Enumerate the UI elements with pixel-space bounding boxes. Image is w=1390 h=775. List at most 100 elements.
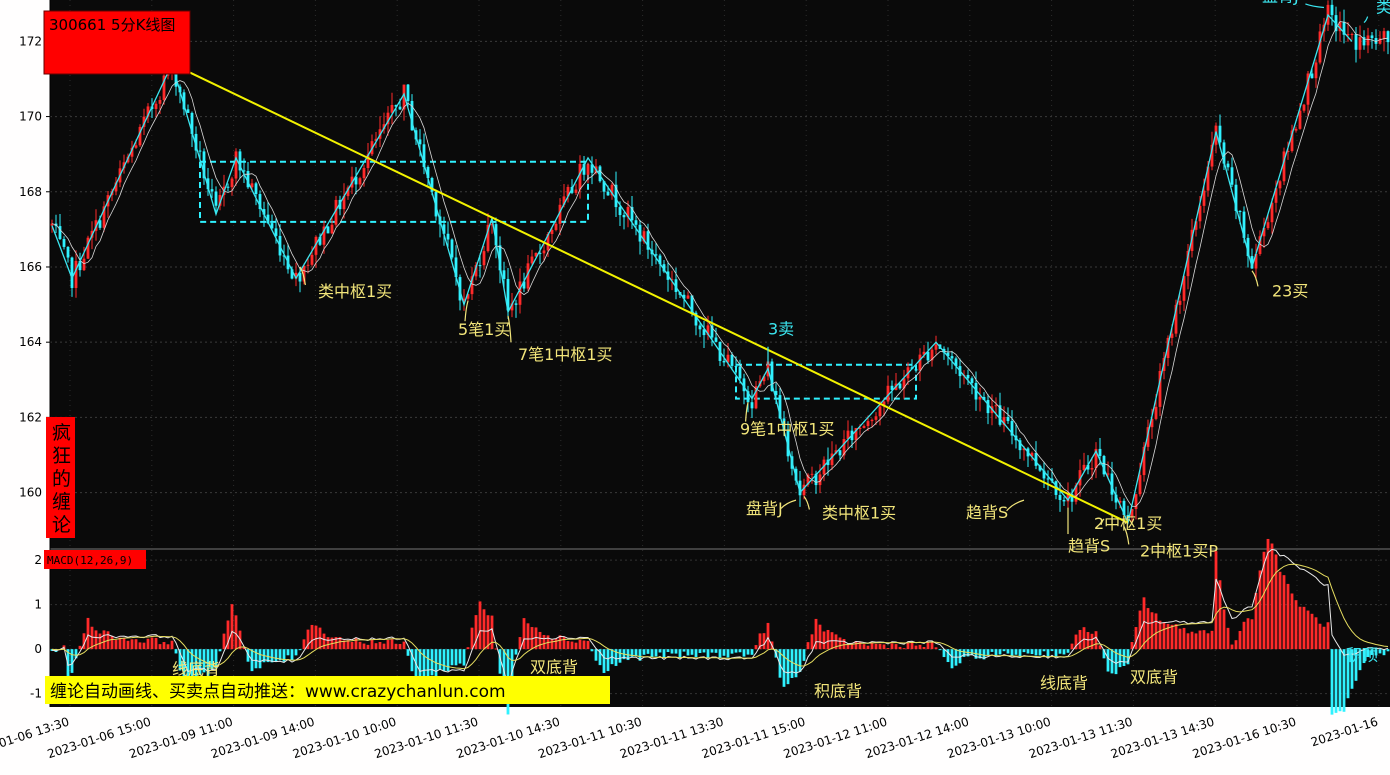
- macd-bar: [1038, 649, 1042, 656]
- macd-bar: [1230, 644, 1234, 650]
- macd-bar: [366, 644, 370, 650]
- macd-bar: [678, 649, 682, 658]
- macd-bar: [918, 644, 922, 650]
- candle-body: [750, 402, 754, 409]
- macd-bar: [390, 639, 394, 650]
- macd-bar: [394, 643, 398, 650]
- macd-bar: [1202, 630, 1206, 650]
- macd-bar: [378, 642, 382, 650]
- candle-body: [446, 233, 450, 240]
- candle-body: [618, 207, 622, 216]
- macd-bar: [398, 644, 402, 650]
- macd-bar: [294, 649, 298, 656]
- macd-tick-label: 0: [34, 642, 42, 656]
- chart-stage: 160 162 164 166 168 170 172 -1 0 1 2 2023-01-06 1…: [0, 0, 1390, 775]
- macd-bar: [862, 644, 866, 650]
- macd-bar: [1286, 583, 1290, 650]
- macd-bar: [906, 642, 910, 650]
- macd-bar: [1254, 592, 1258, 650]
- candle-body: [1266, 222, 1270, 229]
- macd-bar: [382, 643, 386, 650]
- macd-bar: [1186, 633, 1190, 650]
- macd-bar: [658, 649, 662, 653]
- macd-bar: [990, 649, 994, 652]
- macd-bar: [258, 649, 262, 669]
- candle-body: [862, 426, 866, 428]
- candle-body: [358, 178, 362, 185]
- candle-body: [698, 325, 702, 330]
- macd-bar: [590, 649, 594, 652]
- macd-bar: [542, 634, 546, 650]
- macd-bar: [150, 637, 154, 650]
- macd-bar: [554, 638, 558, 650]
- macd-bar: [98, 633, 102, 650]
- macd-bar: [358, 641, 362, 650]
- macd-bar: [1006, 649, 1010, 654]
- macd-signal-label: 双底背: [1130, 668, 1178, 687]
- macd-bar: [594, 649, 598, 661]
- macd-bar: [110, 635, 114, 650]
- side-label-char-3: 缠: [52, 491, 71, 513]
- candle-body: [398, 106, 402, 110]
- macd-bar: [1046, 649, 1050, 657]
- macd-bar: [1018, 649, 1022, 657]
- candle-body: [994, 405, 998, 407]
- candle-body: [542, 250, 546, 254]
- macd-bar: [1034, 649, 1038, 656]
- macd-bar: [566, 641, 570, 650]
- macd-bar: [1322, 626, 1326, 650]
- candle-body: [254, 183, 258, 195]
- macd-bar: [1106, 649, 1110, 672]
- macd-bar: [1334, 649, 1338, 713]
- price-tick-label: 172: [19, 34, 42, 48]
- macd-bar: [1154, 613, 1158, 650]
- macd-bar: [746, 649, 750, 655]
- macd-bar: [1042, 649, 1046, 652]
- macd-bar: [714, 649, 718, 653]
- signal-label: 23买: [1272, 282, 1308, 301]
- macd-bar: [706, 649, 710, 658]
- macd-bar: [154, 637, 158, 650]
- candle-body: [686, 295, 690, 299]
- macd-bar: [1030, 649, 1034, 655]
- candle-body: [870, 419, 874, 422]
- macd-bar: [126, 640, 130, 650]
- candle-body: [330, 224, 334, 234]
- macd-bar: [118, 637, 122, 650]
- candle-body: [966, 374, 970, 379]
- macd-bar: [702, 649, 706, 653]
- candle-body: [838, 450, 842, 456]
- macd-bar: [686, 649, 690, 656]
- macd-bar: [86, 617, 90, 650]
- macd-bar: [574, 642, 578, 650]
- macd-bar: [526, 623, 530, 650]
- macd-bar: [458, 649, 462, 664]
- candle-body: [306, 264, 310, 266]
- macd-bar: [1010, 649, 1014, 656]
- macd-bar: [1342, 649, 1346, 712]
- macd-bar: [1378, 649, 1382, 654]
- signal-label: 5笔1买: [458, 320, 510, 339]
- candle-body: [1090, 468, 1094, 470]
- macd-bar: [1190, 631, 1194, 650]
- macd-bar: [1170, 624, 1174, 650]
- macd-bar: [146, 638, 150, 650]
- macd-bar: [446, 649, 450, 672]
- macd-bar: [674, 649, 678, 654]
- macd-bar: [818, 624, 822, 650]
- candle-body: [934, 344, 938, 350]
- macd-bar: [1198, 630, 1202, 650]
- macd-bar: [538, 631, 542, 650]
- macd-bar: [1146, 608, 1150, 650]
- macd-bar: [1054, 649, 1058, 657]
- macd-bar: [298, 649, 302, 651]
- price-tick-label: 160: [19, 486, 42, 500]
- candle-body: [1386, 31, 1390, 43]
- macd-bar: [426, 649, 430, 681]
- macd-bar: [1062, 649, 1066, 655]
- candle-body: [918, 354, 922, 371]
- signal-label: 7笔1中枢1买: [518, 345, 613, 364]
- macd-bar: [1290, 593, 1294, 650]
- candle-body: [730, 354, 734, 366]
- macd-bar: [934, 647, 938, 650]
